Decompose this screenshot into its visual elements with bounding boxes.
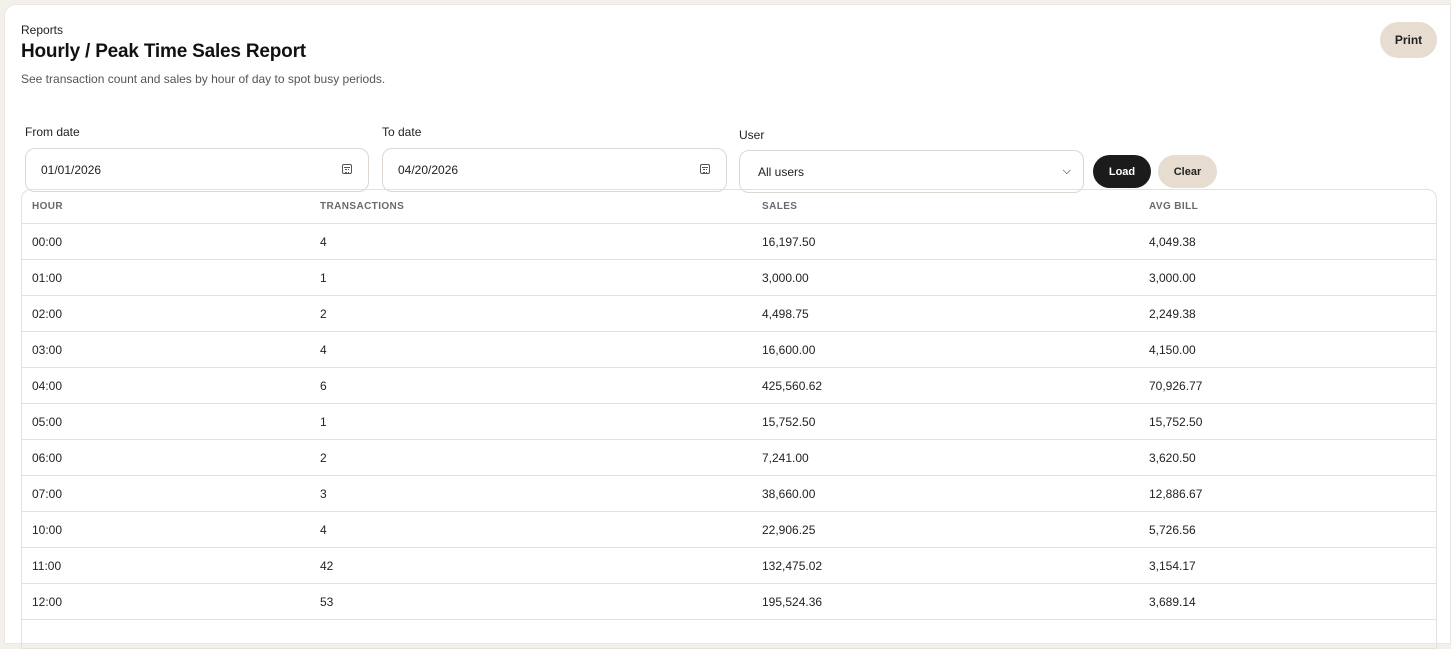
sales-cell: 425,560.62 xyxy=(762,378,823,393)
sales-cell: 4,498.75 xyxy=(762,306,809,321)
table-row[interactable]: 00:00 4 16,197.50 4,049.38 xyxy=(22,224,1436,260)
sales-cell: 195,524.36 xyxy=(762,594,823,609)
sales-cell: 15,752.50 xyxy=(762,414,816,429)
hourly-sales-table: HOUR TRANSACTIONS SALES AVG BILL 00:00 4 1… xyxy=(21,189,1437,649)
column-header-sales[interactable]: SALES xyxy=(762,190,797,223)
table-row[interactable]: 04:00 6 425,560.62 70,926.77 xyxy=(22,368,1436,404)
hour-cell: 12:00 xyxy=(32,594,63,609)
to-date-value: 04/20/2026 xyxy=(398,163,459,177)
table-row[interactable]: 10:00 4 22,906.25 5,726.56 xyxy=(22,512,1436,548)
calendar-icon[interactable] xyxy=(700,164,710,174)
table-row[interactable]: 03:00 4 16,600.00 4,150.00 xyxy=(22,332,1436,368)
from-date-label: From date xyxy=(25,125,80,139)
avg-bill-cell: 4,049.38 xyxy=(1149,234,1196,249)
column-header-avg-bill[interactable]: AVG BILL xyxy=(1149,190,1198,223)
column-header-hour[interactable]: HOUR xyxy=(32,190,63,223)
page-title: Hourly / Peak Time Sales Report xyxy=(21,41,306,62)
avg-bill-cell: 4,150.00 xyxy=(1149,342,1196,357)
table-body: 00:00 4 16,197.50 4,049.38 01:00 1 3,000.00 3,0… xyxy=(22,224,1436,620)
avg-bill-cell: 3,689.14 xyxy=(1149,594,1196,609)
hour-cell: 03:00 xyxy=(32,342,63,357)
table-row[interactable]: 12:00 53 195,524.36 3,689.14 xyxy=(22,584,1436,620)
avg-bill-cell: 70,926.77 xyxy=(1149,378,1203,393)
table-row[interactable]: 07:00 3 38,660.00 12,886.67 xyxy=(22,476,1436,512)
sales-cell: 16,197.50 xyxy=(762,234,816,249)
sales-cell: 3,000.00 xyxy=(762,270,809,285)
sales-cell: 7,241.00 xyxy=(762,450,809,465)
transactions-cell: 1 xyxy=(320,414,327,429)
sales-cell: 22,906.25 xyxy=(762,522,816,537)
hour-cell: 00:00 xyxy=(32,234,63,249)
hour-cell: 02:00 xyxy=(32,306,63,321)
clear-button[interactable]: Clear xyxy=(1158,155,1217,188)
transactions-cell: 2 xyxy=(320,306,327,321)
transactions-cell: 53 xyxy=(320,594,334,609)
avg-bill-cell: 12,886.67 xyxy=(1149,486,1203,501)
avg-bill-cell: 3,154.17 xyxy=(1149,558,1196,573)
transactions-cell: 4 xyxy=(320,342,327,357)
from-date-input[interactable]: 01/01/2026 xyxy=(25,148,369,192)
transactions-cell: 1 xyxy=(320,270,327,285)
hour-cell: 05:00 xyxy=(32,414,63,429)
table-row[interactable]: 01:00 1 3,000.00 3,000.00 xyxy=(22,260,1436,296)
calendar-icon[interactable] xyxy=(342,164,352,174)
from-date-value: 01/01/2026 xyxy=(41,163,102,177)
user-select-value: All users xyxy=(758,164,805,179)
avg-bill-cell: 3,000.00 xyxy=(1149,270,1196,285)
table-row[interactable]: 11:00 42 132,475.02 3,154.17 xyxy=(22,548,1436,584)
hour-cell: 07:00 xyxy=(32,486,63,501)
table-row[interactable]: 06:00 2 7,241.00 3,620.50 xyxy=(22,440,1436,476)
user-select[interactable]: All users ⌵ xyxy=(739,150,1084,193)
transactions-cell: 6 xyxy=(320,378,327,393)
page-subtitle: See transaction count and sales by hour … xyxy=(21,72,386,86)
transactions-cell: 2 xyxy=(320,450,327,465)
table-row[interactable]: 05:00 1 15,752.50 15,752.50 xyxy=(22,404,1436,440)
to-date-input[interactable]: 04/20/2026 xyxy=(382,148,727,192)
hour-cell: 06:00 xyxy=(32,450,63,465)
avg-bill-cell: 2,249.38 xyxy=(1149,306,1196,321)
transactions-cell: 42 xyxy=(320,558,334,573)
to-date-label: To date xyxy=(382,125,422,139)
transactions-cell: 4 xyxy=(320,234,327,249)
sales-cell: 16,600.00 xyxy=(762,342,816,357)
avg-bill-cell: 15,752.50 xyxy=(1149,414,1203,429)
column-header-transactions[interactable]: TRANSACTIONS xyxy=(320,190,404,223)
hour-cell: 11:00 xyxy=(32,558,62,573)
hour-cell: 10:00 xyxy=(32,522,63,537)
hour-cell: 01:00 xyxy=(32,270,63,285)
avg-bill-cell: 3,620.50 xyxy=(1149,450,1196,465)
load-button[interactable]: Load xyxy=(1093,155,1151,188)
transactions-cell: 4 xyxy=(320,522,327,537)
sales-cell: 132,475.02 xyxy=(762,558,823,573)
breadcrumb[interactable]: Reports xyxy=(21,23,63,37)
transactions-cell: 3 xyxy=(320,486,327,501)
chevron-down-icon: ⌵ xyxy=(1062,165,1071,177)
avg-bill-cell: 5,726.56 xyxy=(1149,522,1196,537)
table-header: HOUR TRANSACTIONS SALES AVG BILL xyxy=(22,190,1436,224)
sales-cell: 38,660.00 xyxy=(762,486,816,501)
table-row[interactable]: 02:00 2 4,498.75 2,249.38 xyxy=(22,296,1436,332)
print-button[interactable]: Print xyxy=(1380,22,1437,58)
user-label: User xyxy=(739,128,765,142)
hour-cell: 04:00 xyxy=(32,378,63,393)
